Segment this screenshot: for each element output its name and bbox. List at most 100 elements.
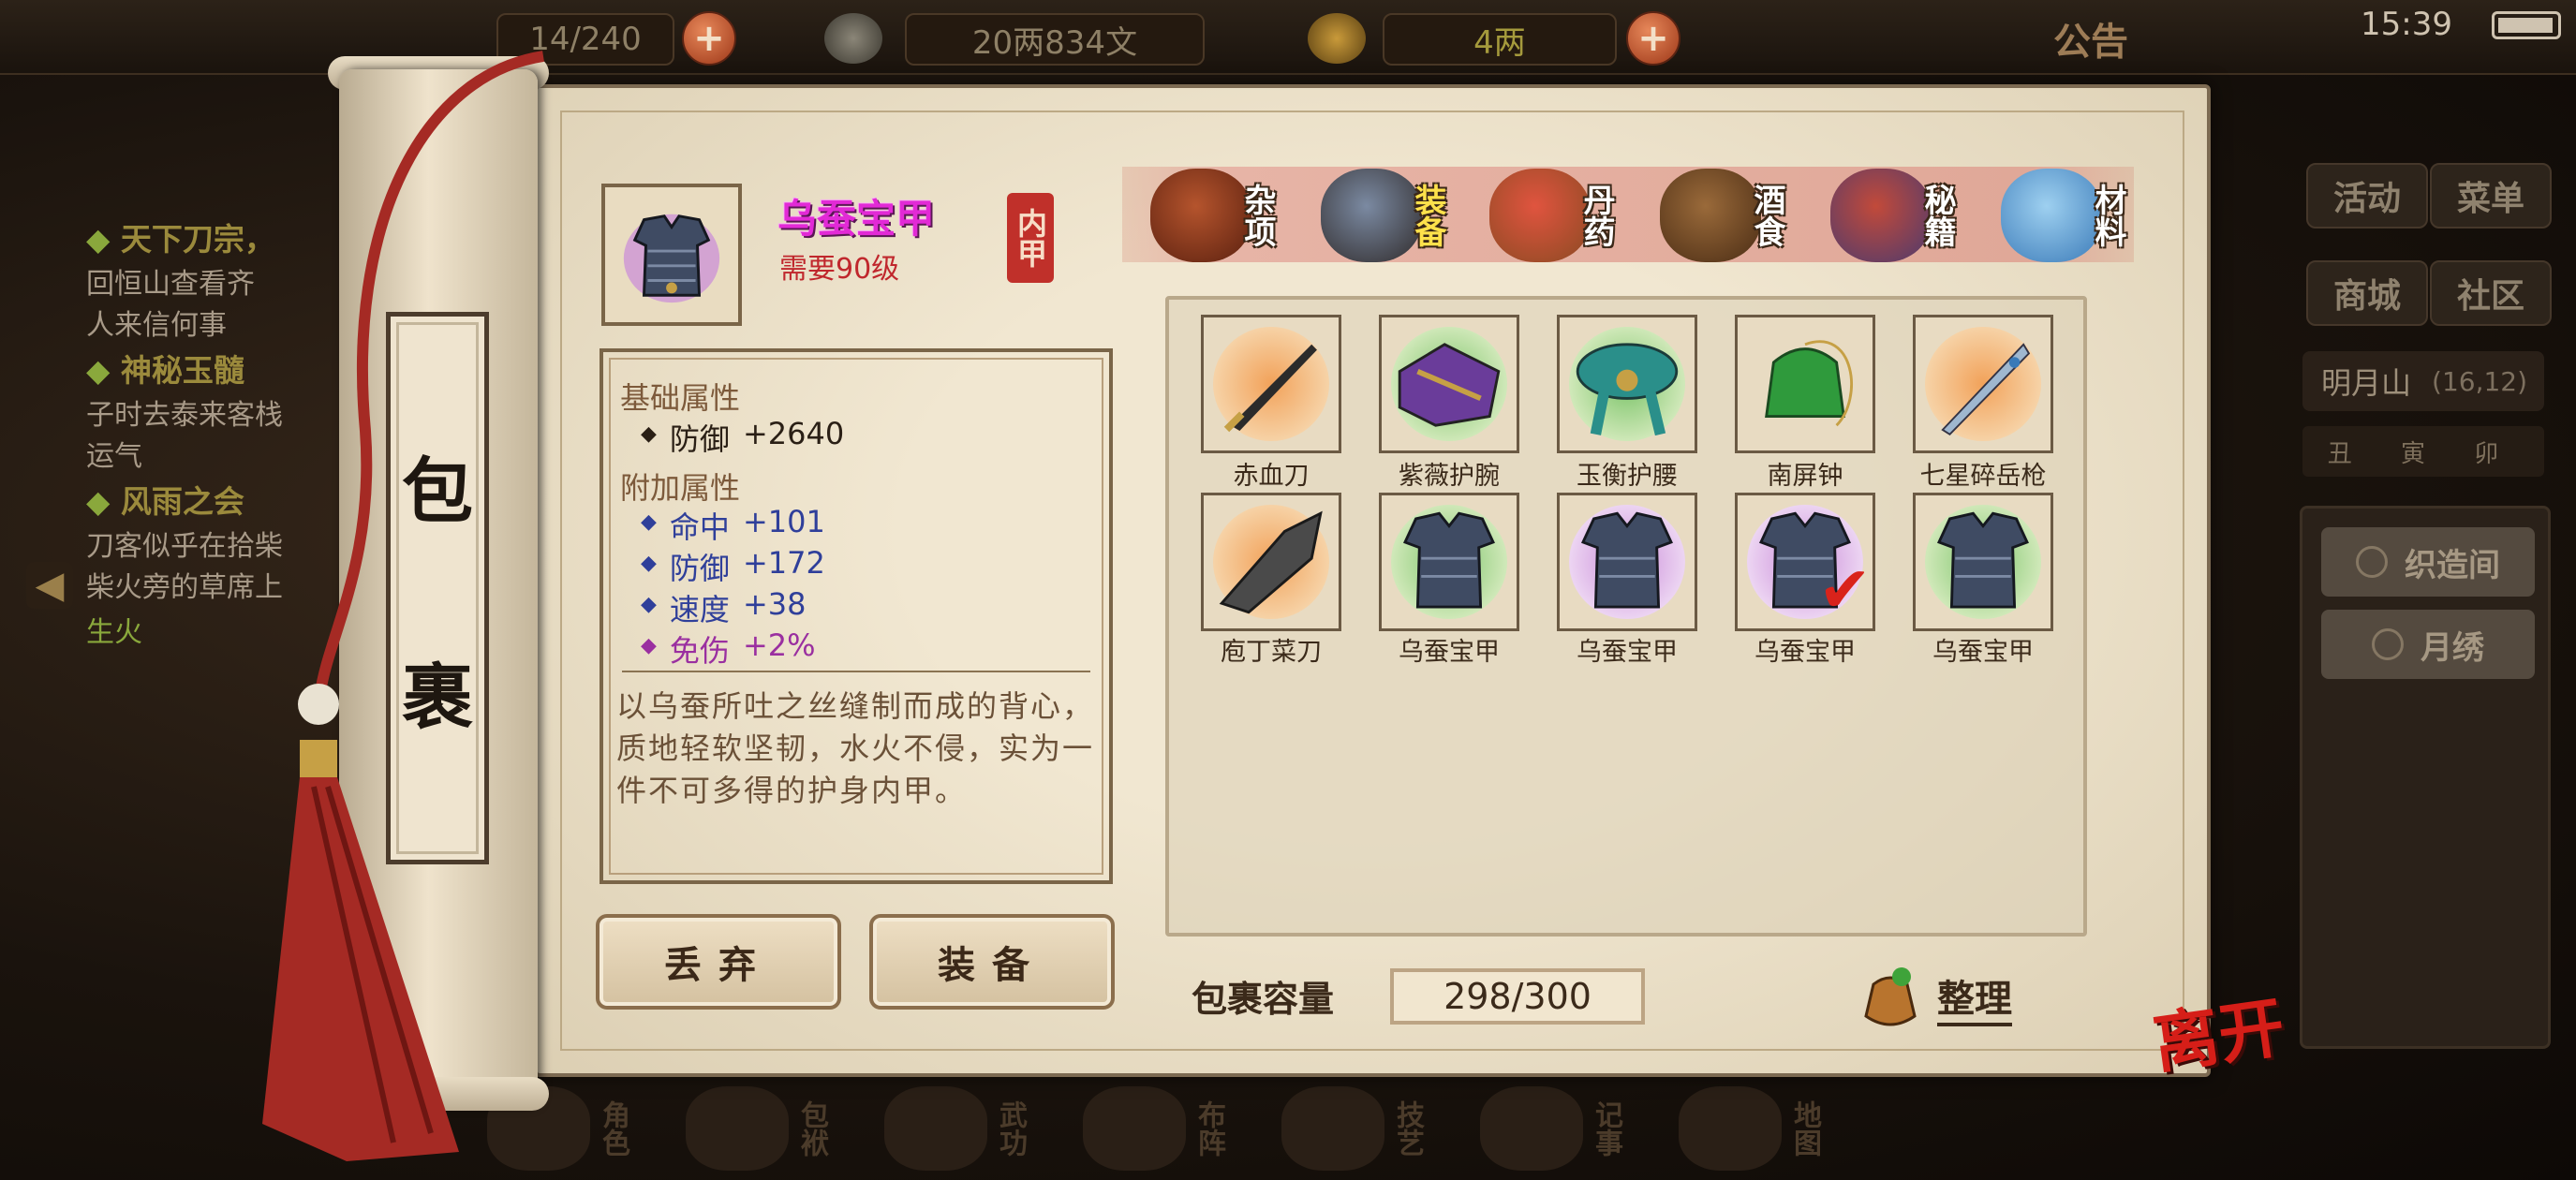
quest-desc-line: 子时去泰来客栈 [86,399,283,432]
menu-button[interactable]: 菜单 [2430,163,2552,229]
capacity-label: 包裹容量 [1192,979,1335,1020]
sort-button[interactable]: 整理 [1855,955,2012,1040]
divider [622,671,1090,672]
tab-medicine[interactable]: 丹药 [1489,157,1649,273]
cleaver-icon [1219,510,1323,614]
armor-icon [623,214,720,303]
nav-map[interactable]: 地图 [1679,1077,1821,1180]
inventory-slot[interactable] [1913,315,2053,453]
map-icon [1679,1086,1782,1171]
crystal-icon [2001,169,2102,262]
announcement-button[interactable]: 公告 [2053,11,2128,66]
quest-item[interactable]: ◆ 风雨之会 刀客似乎在拾柴 柴火旁的草席上 生火 [86,478,367,650]
clock: 15:39 [2361,6,2452,43]
person-icon [2372,628,2404,660]
equip-button[interactable]: 装备 [869,914,1115,1010]
diamond-icon: ◆ [641,552,657,575]
bag-icon [686,1086,789,1171]
dark-blade-icon [1223,344,1317,433]
discard-button[interactable]: 丢弃 [596,914,841,1010]
attribute-row: ◆ 免伤 +2% [641,627,816,669]
diamond-icon: ◆ [641,593,657,616]
quest-desc-line: 刀客似乎在拾柴 [86,530,283,563]
item-label: 赤血刀 [1233,462,1310,491]
collapse-arrow-icon[interactable]: ◀ [26,562,73,609]
scroll-icon [1480,1086,1583,1171]
armor-icon [1403,511,1495,609]
quest-title: 神秘玉髓 [120,352,244,389]
selected-item-frame [601,184,742,326]
side-panel: 织造间 月绣 [2300,506,2551,1049]
base-attributes-title: 基础属性 [620,380,741,416]
tab-manuals[interactable]: 秘籍 [1830,157,1990,273]
item-label: 乌蚕宝甲 [1754,638,1856,667]
belt-icon [1576,343,1679,436]
item-description: 以乌蚕所吐之丝缝制而成的背心，质地轻软坚韧，水火不侵，实为一件不可多得的护身内甲… [616,688,1095,808]
side-button-label: 月绣 [2421,628,2484,667]
item-level-requirement: 需要90级 [779,253,900,286]
inventory-slot[interactable] [1913,493,2053,631]
location-coords: (16,12) [2432,365,2528,397]
quest-desc-line: 回恒山查看齐 [86,268,255,301]
inventory-slot[interactable] [1557,493,1697,631]
item-label: 玉衡护腰 [1577,462,1678,491]
inventory-slot[interactable] [1557,315,1697,453]
nav-formation[interactable]: 布阵 [1083,1077,1225,1180]
books-icon [1830,169,1932,262]
activity-button[interactable]: 活动 [2306,163,2428,229]
nav-bag[interactable]: 包袱 [686,1077,828,1180]
item-label: 庖丁菜刀 [1221,638,1322,667]
diamond-icon: ◆ [641,422,657,446]
weaving-room-button[interactable]: 织造间 [2321,527,2535,597]
tab-equipment[interactable]: 装备 [1321,157,1480,273]
item-name: 乌蚕宝甲 [777,196,936,242]
attribute-row: ◆ 防御 +2640 [641,416,845,457]
nav-martial-arts[interactable]: 武功 [884,1077,1027,1180]
extra-attributes-title: 附加属性 [620,470,741,506]
spear-icon [1941,343,2031,436]
equipped-check-icon: ✔ [1818,553,1872,627]
inventory-slot[interactable] [1735,315,1875,453]
add-bag-button[interactable]: + [682,11,736,66]
quest-title: 天下刀宗， [120,221,275,258]
item-label: 乌蚕宝甲 [1932,638,2034,667]
leave-button[interactable]: 离开 [2147,975,2290,1087]
wine-food-icon [1660,169,1761,262]
silver-icon [824,13,882,64]
gold-amount: 4两 [1383,13,1617,66]
quest-item[interactable]: ◆ 神秘玉髓 子时去泰来客栈 运气 [86,347,367,478]
diamond-icon: ◆ [641,634,657,657]
inventory-slot[interactable] [1379,493,1519,631]
inventory-slot[interactable] [1379,315,1519,453]
money-bag-icon [1864,967,1917,1026]
silver-amount: 20两834文 [905,13,1205,66]
item-label: 南屏钟 [1767,462,1843,491]
inventory-slot[interactable] [1201,493,1341,631]
attribute-box: 基础属性 ◆ 防御 +2640 附加属性 ◆ 命中 +101 ◆ 防御 +172 ◆ 速度… [600,348,1113,884]
armor-icon [1937,511,2029,609]
add-gold-button[interactable]: + [1626,11,1680,66]
books-icon [884,1086,987,1171]
time-of-day-bar: 丑 寅 卯 [2302,426,2544,477]
nav-journal[interactable]: 记事 [1480,1077,1622,1180]
tab-materials[interactable]: 材料 [2001,157,2160,273]
item-slot-seal: 内甲 [1007,193,1054,283]
shop-button[interactable]: 商城 [2306,260,2428,326]
nav-skills[interactable]: 技艺 [1281,1077,1424,1180]
item-label: 乌蚕宝甲 [1399,638,1500,667]
bracer-icon [1398,343,1501,427]
tassel-icon [262,684,459,1161]
diamond-icon: ◆ [641,510,657,534]
tab-misc[interactable]: 杂项 [1150,157,1310,273]
inventory-slot[interactable]: ✔ [1735,493,1875,631]
embroidery-button[interactable]: 月绣 [2321,610,2535,679]
equipment-bundle-icon [1321,169,1422,262]
tab-food[interactable]: 酒食 [1660,157,1819,273]
bottom-nav: 角色 包袱 武功 布阵 技艺 记事 地图 [487,1077,1967,1180]
item-label: 紫薇护腕 [1399,462,1500,491]
community-button[interactable]: 社区 [2430,260,2552,326]
quest-desc-line: 运气 [86,440,142,473]
location-bar[interactable]: 明月山 (16,12) [2302,351,2544,411]
inventory-slot[interactable] [1201,315,1341,453]
quest-item[interactable]: ◆ 天下刀宗， 回恒山查看齐 人来信何事 [86,215,367,347]
